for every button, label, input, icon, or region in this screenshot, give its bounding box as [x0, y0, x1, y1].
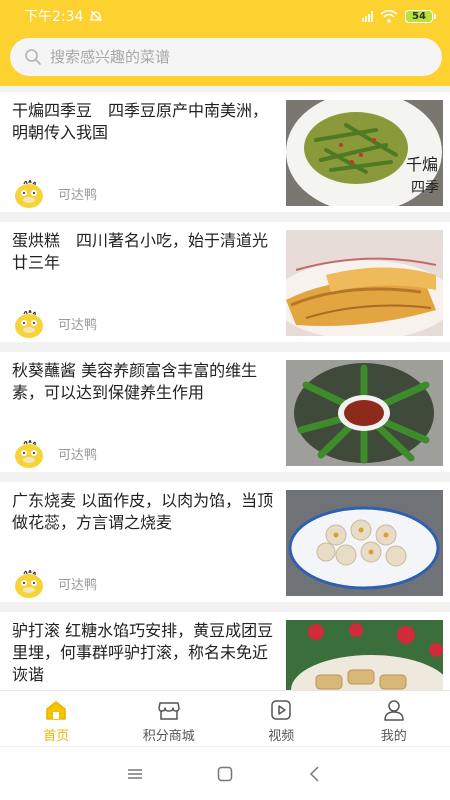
tab-profile[interactable]: 我的	[338, 691, 450, 746]
recipe-title: 干煸四季豆 四季豆原产中南美洲，明朝传入我国	[12, 101, 269, 142]
battery-level: 54	[405, 9, 433, 23]
recipe-card[interactable]: 驴打滚 红糖水馅巧安排，黄豆成团豆里埋，何事群呼驴打滚，称名未免近诙谐	[0, 612, 450, 690]
wifi-icon	[380, 9, 398, 23]
recipe-feed: 干煸四季豆 四季豆原产中南美洲，明朝传入我国 可达鸭 千煸四季 蛋烘糕 四川著名…	[0, 92, 450, 690]
author-name: 可达鸭	[58, 447, 98, 463]
egg-cake-dish-image	[286, 230, 443, 336]
tab-label: 视频	[268, 729, 295, 744]
home-nav-icon[interactable]	[216, 765, 234, 783]
tab-label: 首页	[43, 729, 70, 744]
lvdagun-dish-image	[286, 620, 443, 690]
app-header: 下午2:34 54	[0, 0, 450, 86]
back-icon[interactable]	[306, 765, 324, 783]
tab-label: 我的	[380, 729, 407, 744]
shop-icon	[158, 702, 180, 720]
search-icon	[25, 49, 41, 65]
tab-label: 积分商城	[142, 729, 195, 744]
author-info: 可达鸭	[12, 306, 97, 340]
author-info: 可达鸭	[12, 566, 97, 600]
author-name: 可达鸭	[58, 317, 98, 333]
recent-apps-icon[interactable]	[126, 767, 144, 781]
author-name: 可达鸭	[58, 577, 98, 593]
svg-text:四季: 四季	[411, 180, 439, 196]
recipe-card[interactable]: 秋葵蘸酱 美容养颜富含丰富的维生素，可以达到保健养生作用 可达鸭	[0, 352, 450, 472]
shaomai-dish-image	[286, 490, 443, 596]
green-bean-dish-image: 千煸 四季	[286, 100, 443, 206]
psyduck-avatar-icon	[15, 439, 43, 468]
recipe-title: 驴打滚 红糖水馅巧安排，黄豆成团豆里埋，何事群呼驴打滚，称名未免近诙谐	[12, 621, 274, 684]
home-icon	[46, 701, 67, 720]
psyduck-avatar-icon	[15, 179, 43, 208]
svg-text:千煸: 千煸	[406, 155, 438, 174]
recipe-card[interactable]: 广东烧麦 以面作皮，以肉为馅，当顶做花蕊，方言谓之烧麦 可达鸭	[0, 482, 450, 602]
psyduck-avatar-icon	[15, 569, 43, 598]
profile-icon	[384, 700, 404, 721]
status-time: 下午2:34	[24, 9, 84, 25]
recipe-title: 蛋烘糕 四川著名小吃，始于清道光廿三年	[12, 231, 269, 272]
recipe-title: 秋葵蘸酱 美容养颜富含丰富的维生素，可以达到保健养生作用	[12, 361, 258, 402]
video-icon	[271, 700, 291, 720]
system-nav-bar	[0, 746, 450, 800]
recipe-card[interactable]: 干煸四季豆 四季豆原产中南美洲，明朝传入我国 可达鸭 千煸四季	[0, 92, 450, 212]
search-bar[interactable]	[10, 38, 442, 76]
status-bar: 下午2:34 54	[0, 0, 450, 32]
psyduck-avatar-icon	[15, 309, 43, 338]
author-info: 可达鸭	[12, 176, 97, 210]
okra-dish-image	[286, 360, 443, 466]
battery-icon: 54	[405, 9, 436, 23]
tab-video[interactable]: 视频	[225, 691, 338, 746]
tab-home[interactable]: 首页	[0, 691, 113, 746]
tab-points-mall[interactable]: 积分商城	[113, 691, 226, 746]
mute-icon	[90, 10, 103, 22]
bottom-tab-bar: 首页 积分商城 视频 我的	[0, 690, 450, 746]
author-name: 可达鸭	[58, 187, 98, 203]
author-info: 可达鸭	[12, 436, 97, 470]
search-input[interactable]	[50, 48, 410, 66]
recipe-title: 广东烧麦 以面作皮，以肉为馅，当顶做花蕊，方言谓之烧麦	[12, 491, 274, 532]
signal-icon	[362, 10, 373, 22]
recipe-card[interactable]: 蛋烘糕 四川著名小吃，始于清道光廿三年 可达鸭	[0, 222, 450, 342]
